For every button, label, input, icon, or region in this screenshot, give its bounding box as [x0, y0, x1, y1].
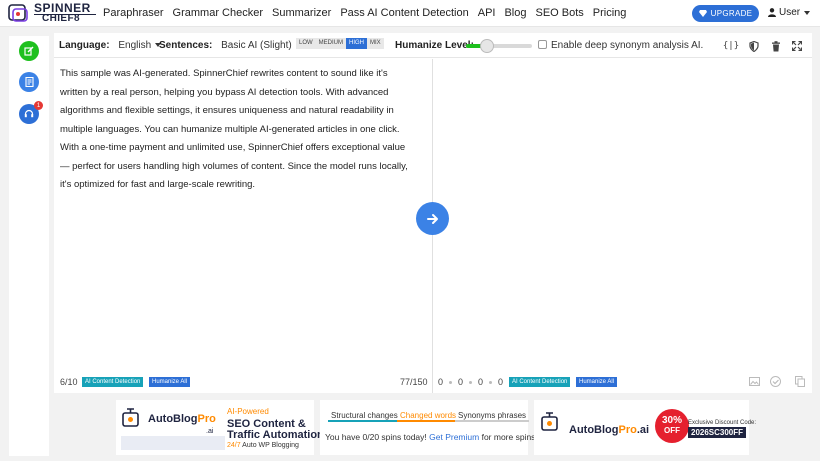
level-high[interactable]: HIGH — [346, 38, 368, 49]
top-navbar: SPINNER CHIEF8 Paraphraser Grammar Check… — [0, 0, 820, 27]
ai-detection-button-input[interactable]: AI Content Detection — [82, 377, 144, 387]
logo-accent: Pro — [197, 413, 216, 425]
humanize-all-button-input[interactable]: Humanize All — [149, 377, 191, 387]
editor-toolbar: Language: English Sentences: Basic AI (S… — [54, 33, 812, 58]
trash-icon[interactable] — [770, 40, 782, 52]
discount-code: 2026SC300FF — [688, 427, 747, 438]
json-braces-icon[interactable]: {|} — [723, 40, 739, 52]
check-circle-icon[interactable] — [770, 376, 781, 387]
brand-logo-icon — [8, 4, 28, 22]
ad-subline-rest: Auto WP Blogging — [240, 442, 299, 449]
output-stat-2: 0 — [458, 377, 464, 387]
logo-main: AutoBlog — [569, 424, 619, 436]
deep-synonym-checkbox[interactable] — [538, 40, 547, 49]
input-editor[interactable]: This sample was AI-generated. SpinnerChi… — [54, 59, 432, 393]
stat-separator — [489, 381, 492, 384]
word-counter: 77/150 — [400, 377, 428, 387]
sentences-select[interactable]: Sentences: Basic AI (Slight) — [159, 40, 302, 52]
image-icon[interactable] — [749, 376, 760, 387]
chevron-down-icon — [804, 10, 811, 15]
spins-count-text: You have 0/20 spins today! — [325, 432, 427, 442]
output-stat-1: 0 — [438, 377, 444, 387]
nav-blog[interactable]: Blog — [504, 7, 526, 20]
arrow-right-icon — [426, 213, 438, 224]
ad-subline-accent: 24/7 — [227, 442, 241, 449]
user-label: User — [779, 7, 801, 18]
nav-pass-ai-detection[interactable]: Pass AI Content Detection — [340, 7, 468, 20]
tab-synonyms-phrases[interactable]: Synonyms phrases — [455, 409, 530, 422]
nav-summarizer[interactable]: Summarizer — [272, 7, 331, 20]
humanize-all-button-output[interactable]: Humanize All — [576, 377, 618, 387]
autoblogpro-logo-text: AutoBlogPro.ai — [569, 424, 649, 436]
fullscreen-icon[interactable] — [791, 40, 803, 52]
copy-icon[interactable] — [794, 376, 805, 387]
deep-synonym-label: Enable deep synonym analysis AI. — [551, 40, 704, 51]
autoblogpro-logo-text: AutoBlogPro — [148, 413, 216, 425]
tab-changed-words[interactable]: Changed words — [397, 409, 460, 422]
ad-headline-2: Traffic Automation — [227, 429, 324, 441]
input-text[interactable]: This sample was AI-generated. SpinnerChi… — [60, 65, 412, 195]
nav-grammar-checker[interactable]: Grammar Checker — [173, 7, 263, 20]
notification-badge: 1 — [34, 101, 43, 110]
ad-banner-autoblogpro[interactable]: AutoBlogPro .ai AI-Powered SEO Content &… — [116, 400, 324, 455]
discount-off: OFF — [664, 426, 680, 435]
discount-percent: 30% — [661, 415, 682, 426]
discount-badge: 30% OFF — [655, 409, 689, 443]
document-icon — [24, 77, 34, 87]
sidebar-support-button[interactable]: 1 — [19, 101, 43, 124]
humanize-submit-button[interactable] — [416, 202, 449, 235]
sentences-value: Basic AI (Slight) — [221, 40, 292, 51]
brand-logo[interactable]: SPINNER CHIEF8 — [7, 2, 96, 26]
nav-paraphraser[interactable]: Paraphraser — [103, 7, 164, 20]
sidebar-documents-button[interactable] — [19, 72, 39, 92]
ad-screenshot-strip — [121, 436, 225, 450]
humanize-level-label: Humanize Level: — [395, 40, 474, 52]
user-icon — [768, 8, 776, 17]
ad-banner-discount[interactable]: AutoBlogPro.ai 30% OFF Exclusive Discoun… — [534, 400, 756, 455]
spins-info-box: Structural changes Changed words Synonym… — [320, 400, 538, 455]
output-stat-4: 0 — [498, 377, 504, 387]
nav-pricing[interactable]: Pricing — [593, 7, 627, 20]
level-low[interactable]: LOW — [296, 38, 316, 49]
language-label: Language: — [59, 40, 110, 51]
get-premium-link[interactable]: Get Premium — [429, 432, 479, 442]
language-value: English — [118, 40, 152, 51]
headset-icon — [24, 109, 34, 118]
spins-suffix: for more spins. — [479, 432, 538, 442]
user-menu[interactable]: User — [768, 7, 811, 18]
left-sidebar: 1 — [9, 36, 49, 456]
page-count: 6/10 — [60, 377, 78, 387]
stat-separator — [469, 381, 472, 384]
sentences-label: Sentences: — [159, 40, 213, 51]
humanize-slider-thumb[interactable] — [480, 39, 494, 53]
upgrade-button[interactable]: UPGRADE — [692, 5, 759, 22]
ad-tagline-small: AI-Powered — [227, 407, 269, 416]
ai-detection-button-output[interactable]: AI Content Detection — [509, 377, 571, 387]
sidebar-paraphrase-button[interactable] — [19, 41, 39, 61]
editor-panel: Language: English Sentences: Basic AI (S… — [54, 33, 812, 393]
level-mix[interactable]: MIX — [367, 38, 384, 49]
edit-icon — [24, 46, 34, 56]
tab-structural-changes[interactable]: Structural changes — [328, 409, 401, 422]
diamond-icon — [698, 10, 707, 17]
level-selector: LOW MEDIUM HIGH MIX — [296, 38, 384, 49]
nav-seo-bots[interactable]: SEO Bots — [536, 7, 584, 20]
output-stat-3: 0 — [478, 377, 484, 387]
level-medium[interactable]: MEDIUM — [316, 38, 346, 49]
logo-suffix: .ai — [636, 424, 650, 436]
logo-accent: Pro — [618, 424, 637, 436]
shield-icon[interactable] — [748, 40, 760, 52]
ad-subline: 24/7 Auto WP Blogging — [227, 441, 299, 451]
main-nav: Paraphraser Grammar Checker Summarizer P… — [103, 7, 635, 20]
language-select[interactable]: Language: English — [59, 40, 162, 52]
brand-name-line2: CHIEF8 — [42, 13, 80, 24]
nav-api[interactable]: API — [478, 7, 496, 20]
humanize-label-text: Humanize Level: — [395, 40, 474, 51]
stat-separator — [449, 381, 452, 384]
spins-message: You have 0/20 spins today! Get Premium f… — [325, 432, 538, 442]
autoblogpro-logo-icon — [541, 412, 558, 431]
autoblogpro-logo-icon — [122, 408, 139, 427]
logo-main: AutoBlog — [148, 413, 198, 425]
upgrade-label: UPGRADE — [710, 9, 753, 18]
